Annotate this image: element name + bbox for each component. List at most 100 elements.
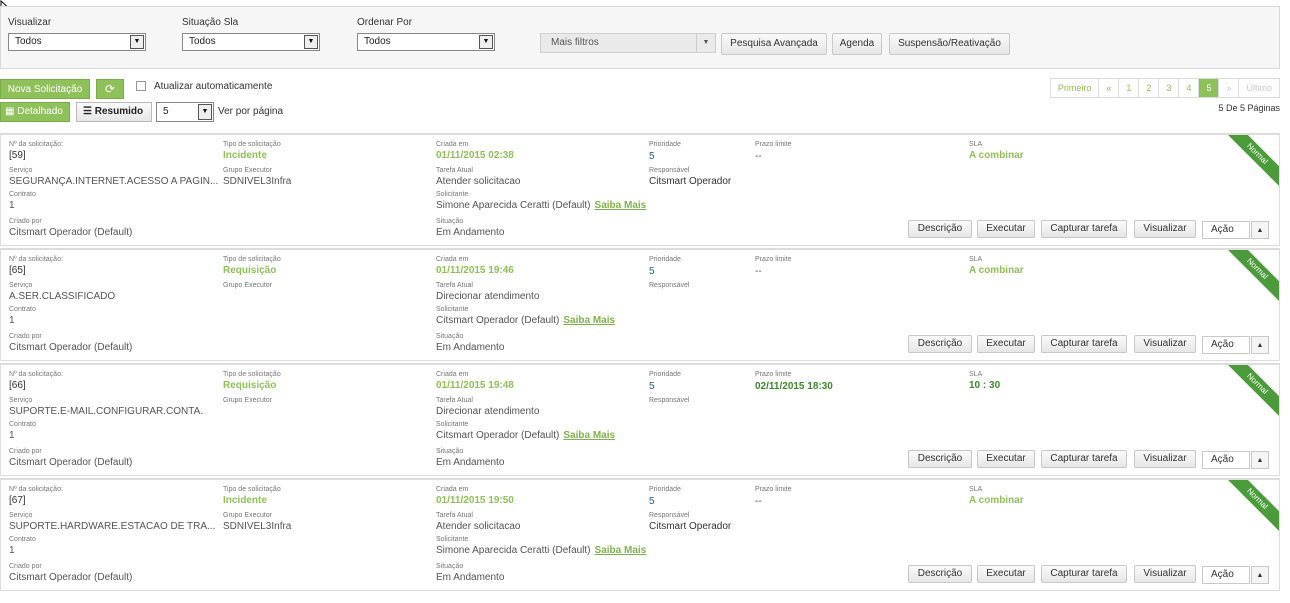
visualizar-button[interactable]: Visualizar [1134, 450, 1196, 468]
detalhado-view-button[interactable]: ▦ Detalhado [0, 102, 70, 122]
tarefa-label: Tarefa Atual [436, 167, 473, 174]
executar-button[interactable]: Executar [977, 335, 1035, 353]
saiba-mais-link[interactable]: Saiba Mais [595, 545, 647, 556]
visualizar-button[interactable]: Visualizar [1134, 220, 1196, 238]
status-value: Em Andamento [436, 572, 505, 583]
criado-por-label: Criado por [9, 448, 42, 455]
pager-last[interactable]: Último [1238, 79, 1279, 97]
prioridade-label: Prioridade [649, 371, 681, 378]
service-value: A.SER.CLASSIFICADO [9, 291, 116, 302]
resumido-view-button[interactable]: ☰ Resumido [76, 102, 152, 122]
descricao-button[interactable]: Descrição [908, 450, 972, 468]
sla-label: SLA [969, 371, 983, 378]
acao-dropdown[interactable]: Ação [1202, 221, 1250, 239]
descricao-button[interactable]: Descrição [908, 565, 972, 583]
responsavel-label: Responsável [649, 282, 690, 289]
capturar-tarefa-button[interactable]: Capturar tarefa [1041, 335, 1127, 353]
saiba-mais-link[interactable]: Saiba Mais [563, 430, 615, 441]
visualizar-button[interactable]: Visualizar [1134, 335, 1196, 353]
saiba-mais-link[interactable]: Saiba Mais [563, 315, 615, 326]
group-value: SDNIVEL3Infra [223, 176, 292, 187]
situacao-label: Situação [436, 218, 464, 225]
tipo-label: Tipo de solicitação [223, 371, 281, 378]
contract-value: 1 [9, 430, 15, 441]
request-type: Incidente [223, 495, 267, 506]
ordenar-por-label: Ordenar Por [357, 17, 413, 28]
priority-ribbon: Normal [1223, 135, 1279, 188]
refresh-button[interactable]: ⟳ [96, 79, 124, 99]
agenda-button[interactable]: Agenda [832, 33, 882, 55]
created-by-value: Citsmart Operador (Default) [9, 457, 133, 468]
pager-page-1[interactable]: 1 [1118, 79, 1139, 97]
pager-page-5[interactable]: 5 [1198, 79, 1219, 97]
task-value: Atender solicitacao [436, 521, 521, 532]
task-value: Direcionar atendimento [436, 291, 540, 302]
situacao-label: Situação [436, 563, 464, 570]
contrato-label: Contrato [9, 306, 36, 313]
request-card: Nº da solicitação: [59] Tipo de solicitaçã… [0, 133, 1280, 246]
chevron-up-icon[interactable]: ▲ [1251, 221, 1269, 239]
tipo-label: Tipo de solicitação [223, 486, 281, 493]
request-number: [67] [9, 495, 26, 506]
situacao-sla-label: Situação Sla [182, 17, 239, 28]
pager-page-3[interactable]: 3 [1158, 79, 1179, 97]
acao-dropdown[interactable]: Ação [1202, 336, 1250, 354]
ordenar-por-select[interactable]: Todos ▼ [357, 33, 495, 51]
criado-por-label: Criado por [9, 218, 42, 225]
executar-button[interactable]: Executar [977, 565, 1035, 583]
created-by-value: Citsmart Operador (Default) [9, 227, 133, 238]
capturar-tarefa-button[interactable]: Capturar tarefa [1041, 220, 1127, 238]
contract-value: 1 [9, 545, 15, 556]
service-value: SEGURANÇA.INTERNET.ACESSO A PAGIN... [9, 176, 219, 187]
created-date: 01/11/2015 19:50 [436, 495, 514, 506]
acao-dropdown[interactable]: Ação [1202, 566, 1250, 584]
capturar-tarefa-button[interactable]: Capturar tarefa [1041, 450, 1127, 468]
chevron-up-icon[interactable]: ▲ [1251, 336, 1269, 354]
descricao-button[interactable]: Descrição [908, 335, 972, 353]
responsavel-label: Responsável [649, 167, 690, 174]
atualizar-checkbox[interactable] [136, 81, 146, 91]
visualizar-button[interactable]: Visualizar [1134, 565, 1196, 583]
visualizar-select[interactable]: Todos ▼ [8, 33, 146, 51]
atualizar-label: Atualizar automaticamente [154, 81, 273, 92]
requester-value: Simone Aparecida Ceratti (Default) Saiba … [436, 200, 647, 211]
pager-first[interactable]: Primeiro [1050, 79, 1099, 97]
responsavel-label: Responsável [649, 512, 690, 519]
descricao-button[interactable]: Descrição [908, 220, 972, 238]
mais-filtros-dropdown[interactable]: Mais filtros ▼ [540, 33, 716, 53]
pager-page-4[interactable]: 4 [1178, 79, 1199, 97]
suspensao-reativacao-button[interactable]: Suspensão/Reativação [889, 33, 1010, 55]
contract-value: 1 [9, 315, 15, 326]
pagination: Primeiro « 1 2 3 4 5 » Último [1049, 78, 1280, 98]
pager-next[interactable]: » [1218, 79, 1239, 97]
pager-page-2[interactable]: 2 [1138, 79, 1159, 97]
criada-label: Criada em [436, 371, 469, 378]
acao-dropdown[interactable]: Ação [1202, 451, 1250, 469]
tarefa-label: Tarefa Atual [436, 512, 473, 519]
executar-button[interactable]: Executar [977, 450, 1035, 468]
contrato-label: Contrato [9, 421, 36, 428]
request-card: Nº da solicitação: [66] Tipo de solicitaçã… [0, 363, 1280, 476]
task-value: Direcionar atendimento [436, 406, 540, 417]
capturar-tarefa-button[interactable]: Capturar tarefa [1041, 565, 1127, 583]
ver-por-pagina-label: Ver por página [218, 106, 284, 117]
solicitante-label: Solicitante [436, 421, 469, 428]
criada-label: Criada em [436, 141, 469, 148]
per-page-select[interactable]: 5 ▼ [156, 102, 214, 122]
request-number: [59] [9, 150, 26, 161]
pesquisa-avancada-button[interactable]: Pesquisa Avançada [721, 33, 827, 55]
chevron-up-icon[interactable]: ▲ [1251, 566, 1269, 584]
grupo-label: Grupo Executor [223, 167, 273, 174]
priority-value: 5 [649, 266, 655, 277]
grupo-label: Grupo Executor [223, 397, 273, 404]
nova-solicitacao-button[interactable]: Nova Solicitação [0, 79, 90, 99]
situacao-sla-select[interactable]: Todos ▼ [182, 33, 320, 51]
grid-icon: ▦ [5, 106, 18, 117]
requester-value: Citsmart Operador (Default) Saiba Mais [436, 430, 616, 441]
pager-prev[interactable]: « [1098, 79, 1119, 97]
numero-label: Nº da solicitação: [9, 486, 63, 493]
chevron-up-icon[interactable]: ▲ [1251, 451, 1269, 469]
saiba-mais-link[interactable]: Saiba Mais [595, 200, 647, 211]
executar-button[interactable]: Executar [977, 220, 1035, 238]
numero-label: Nº da solicitação: [9, 141, 63, 148]
